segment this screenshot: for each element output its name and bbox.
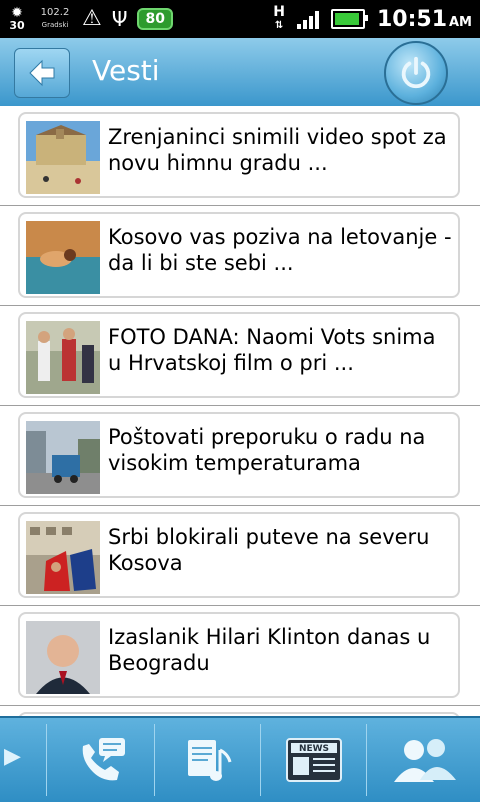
- news-thumbnail: [26, 621, 100, 694]
- news-row[interactable]: Srbi blokirali puteve na severu Kosova: [0, 506, 480, 606]
- news-thumbnail: [26, 121, 100, 194]
- news-row[interactable]: Kosovo vas poziva na letovanje - da li b…: [0, 206, 480, 306]
- nav-contacts-button[interactable]: [370, 722, 480, 798]
- news-row[interactable]: FOTO DANA: Naomi Vots snima u Hrvatskoj …: [0, 306, 480, 406]
- news-thumbnail: [26, 221, 100, 294]
- back-arrow-icon: [29, 59, 55, 87]
- signal-strength-icon: [296, 9, 319, 29]
- newspaper-label: NEWS: [299, 744, 329, 754]
- battery-notification-badge: 80: [137, 8, 173, 30]
- power-icon: [401, 56, 431, 89]
- news-row[interactable]: [0, 706, 480, 716]
- scroll-left-icon[interactable]: ▶: [4, 744, 21, 769]
- news-card[interactable]: Poštovati preporuku o radu na visokim te…: [18, 412, 460, 498]
- news-thumbnail: [26, 421, 100, 494]
- bottom-navigation: ▶ NEWS: [0, 716, 480, 802]
- news-headline: Poštovati preporuku o radu na visokim te…: [108, 425, 426, 475]
- news-thumbnail: [26, 321, 100, 394]
- newspaper-icon: NEWS: [286, 738, 342, 782]
- network-type-label: H: [273, 4, 285, 20]
- news-thumbnail: [26, 521, 100, 594]
- people-icon: [394, 739, 456, 782]
- news-card[interactable]: Izaslanik Hilari Klinton danas u Beograd…: [18, 612, 460, 698]
- news-card[interactable]: FOTO DANA: Naomi Vots snima u Hrvatskoj …: [18, 312, 460, 398]
- back-button[interactable]: [14, 48, 70, 98]
- usb-icon: Ψ: [111, 7, 128, 31]
- nav-news-button[interactable]: NEWS: [264, 722, 364, 798]
- nav-divider: [366, 724, 367, 796]
- power-button[interactable]: [384, 41, 448, 105]
- news-row[interactable]: Poštovati preporuku o radu na visokim te…: [0, 406, 480, 506]
- nav-calls-button[interactable]: [50, 722, 152, 798]
- temperature: 30: [9, 19, 25, 32]
- title-bar: Vesti: [0, 38, 480, 108]
- radio-station: Gradski: [41, 21, 69, 29]
- news-row[interactable]: Izaslanik Hilari Klinton danas u Beograd…: [0, 606, 480, 706]
- news-headline: Zrenjaninci snimili video spot za novu h…: [108, 125, 447, 175]
- network-type-indicator: H ⇅: [273, 5, 285, 33]
- weather-widget: ✹ 30: [6, 6, 28, 32]
- news-headline: Izaslanik Hilari Klinton danas u Beograd…: [108, 625, 431, 675]
- page-title: Vesti: [92, 54, 160, 87]
- status-bar: ✹ 30 102.2 Gradski ⚠ Ψ 80 H ⇅ 10:51 AM: [0, 0, 480, 38]
- clock-ampm: AM: [449, 14, 472, 30]
- clock-time: 10:51: [376, 6, 447, 32]
- news-card[interactable]: Zrenjaninci snimili video spot za novu h…: [18, 112, 460, 198]
- data-arrows-icon: ⇅: [274, 20, 284, 31]
- news-card[interactable]: Kosovo vas poziva na letovanje - da li b…: [18, 212, 460, 298]
- warning-icon: ⚠: [82, 6, 102, 31]
- news-list: Zrenjaninci snimili video spot za novu h…: [0, 106, 480, 716]
- nav-divider: [46, 724, 47, 796]
- sun-icon: ✹: [11, 5, 23, 21]
- nav-divider: [260, 724, 261, 796]
- news-headline: Kosovo vas poziva na letovanje - da li b…: [108, 225, 452, 275]
- nav-music-button[interactable]: [158, 722, 258, 798]
- battery-icon: [330, 9, 368, 29]
- news-headline: FOTO DANA: Naomi Vots snima u Hrvatskoj …: [108, 325, 436, 375]
- news-row[interactable]: Zrenjaninci snimili video spot za novu h…: [0, 106, 480, 206]
- radio-frequency: 102.2: [40, 7, 70, 18]
- nav-divider: [154, 724, 155, 796]
- radio-widget: 102.2 Gradski: [38, 7, 72, 31]
- news-card[interactable]: Srbi blokirali puteve na severu Kosova: [18, 512, 460, 598]
- notes-music-icon: [188, 740, 232, 781]
- news-headline: Srbi blokirali puteve na severu Kosova: [108, 525, 430, 575]
- phone-chat-icon: [82, 738, 125, 781]
